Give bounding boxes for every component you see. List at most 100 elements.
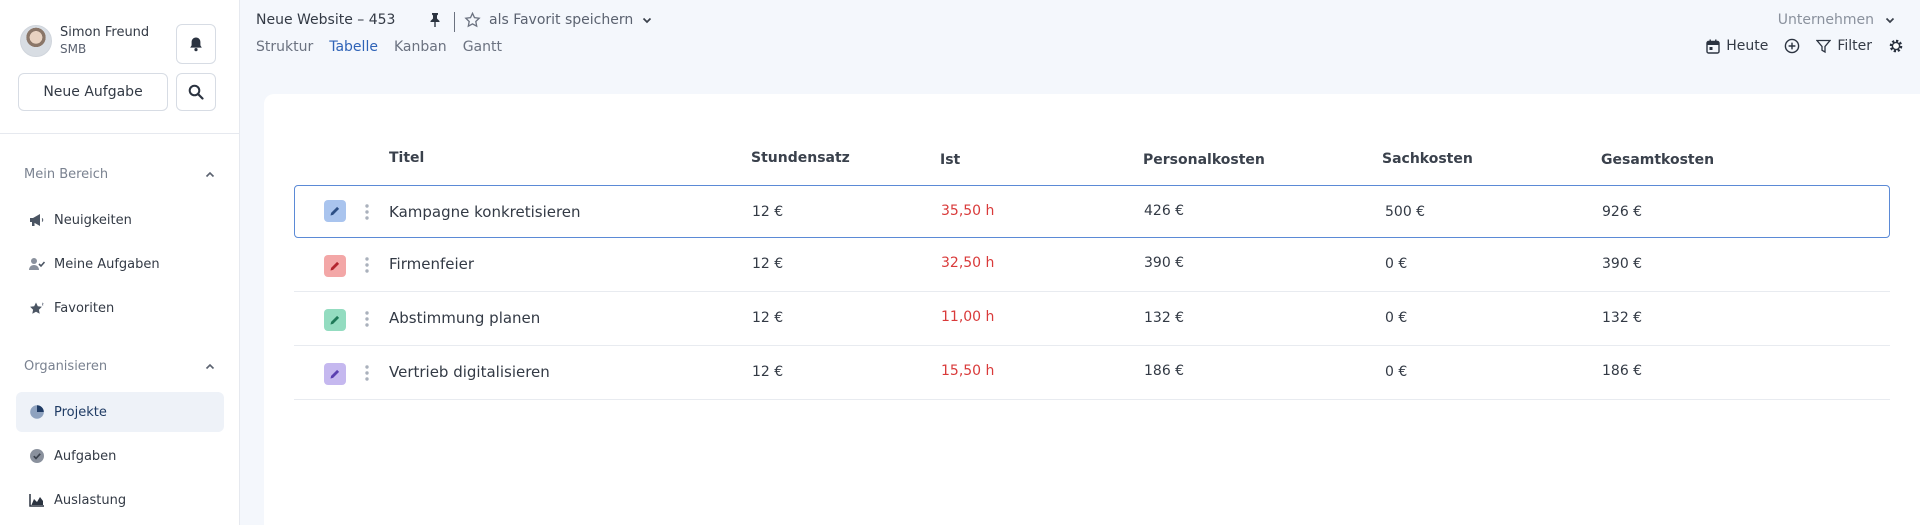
cell-rate: 12 €: [752, 256, 784, 272]
cell-personnel-cost: 426 €: [1144, 203, 1185, 219]
cell-personnel-cost: 390 €: [1144, 255, 1185, 271]
cell-title[interactable]: Kampagne konkretisieren: [389, 203, 581, 221]
edit-button[interactable]: [324, 255, 346, 277]
new-task-button[interactable]: Neue Aufgabe: [18, 73, 168, 111]
calendar-icon: [1706, 39, 1720, 54]
avatar[interactable]: [20, 25, 52, 57]
pin-button[interactable]: [428, 12, 442, 32]
section-label: Organisieren: [24, 359, 108, 374]
cell-material-cost: 0 €: [1385, 364, 1408, 380]
user-name: Simon Freund: [60, 25, 150, 40]
today-label: Heute: [1726, 38, 1769, 54]
cell-title[interactable]: Vertrieb digitalisieren: [389, 363, 550, 381]
section-label: Mein Bereich: [24, 167, 109, 182]
pie-chart-icon: [30, 405, 44, 419]
sidebar-item-label: Favoriten: [54, 300, 115, 316]
sidebar: Simon Freund SMB Neue Aufgabe Mein Berei…: [0, 0, 240, 525]
column-header-titel[interactable]: Titel: [389, 150, 424, 166]
megaphone-icon: [30, 214, 44, 226]
cell-total-cost: 390 €: [1602, 256, 1643, 272]
gear-icon: [1889, 39, 1903, 53]
cell-title[interactable]: Abstimmung planen: [389, 309, 540, 327]
sidebar-divider: [0, 133, 240, 134]
tab-kanban[interactable]: Kanban: [394, 39, 447, 55]
tab-tabelle[interactable]: Tabelle: [329, 39, 378, 55]
pencil-icon: [330, 369, 340, 379]
pencil-icon: [330, 261, 340, 271]
cell-total-cost: 186 €: [1602, 363, 1643, 379]
sidebar-item-label: Projekte: [54, 404, 107, 420]
chevron-up-icon: [205, 363, 215, 369]
cell-material-cost: 0 €: [1385, 256, 1408, 272]
cell-actual: 35,50 h: [941, 203, 995, 219]
favorite-label: als Favorit speichern: [489, 12, 634, 28]
sidebar-item-auslastung[interactable]: Auslastung: [16, 480, 224, 520]
sidebar-item-aufgaben[interactable]: Aufgaben: [16, 436, 224, 476]
check-circle-icon: [30, 449, 44, 463]
cell-rate: 12 €: [752, 364, 784, 380]
cell-rate: 12 €: [752, 204, 784, 220]
table-row[interactable]: Firmenfeier 12 € 32,50 h 390 € 0 € 390 €: [294, 238, 1890, 292]
project-title: Neue Website – 453: [256, 12, 396, 28]
search-button[interactable]: [176, 73, 216, 111]
section-organisieren[interactable]: Organisieren: [24, 359, 216, 374]
sidebar-item-favoriten[interactable]: Favoriten: [16, 288, 224, 328]
cell-total-cost: 132 €: [1602, 310, 1643, 326]
filter-button[interactable]: Filter: [1816, 38, 1872, 54]
chevron-down-icon: [1885, 17, 1895, 24]
bell-icon: [190, 37, 202, 52]
user-profile[interactable]: Simon Freund SMB: [20, 24, 149, 58]
sidebar-item-label: Aufgaben: [54, 448, 117, 464]
cell-material-cost: 0 €: [1385, 310, 1408, 326]
user-check-icon: [29, 258, 45, 270]
today-button[interactable]: Heute: [1706, 38, 1768, 54]
edit-button[interactable]: [324, 309, 346, 331]
notifications-button[interactable]: [176, 24, 216, 64]
header-divider: [454, 12, 455, 32]
sidebar-item-neuigkeiten[interactable]: Neuigkeiten: [16, 200, 224, 240]
kebab-menu-icon: [365, 311, 369, 327]
edit-button[interactable]: [324, 200, 346, 222]
add-button[interactable]: [1784, 38, 1800, 54]
column-header-ist[interactable]: Ist: [940, 152, 960, 168]
cell-actual: 15,50 h: [941, 363, 995, 379]
table-row[interactable]: Kampagne konkretisieren 12 € 35,50 h 426…: [294, 185, 1890, 238]
cell-rate: 12 €: [752, 310, 784, 326]
table-row[interactable]: Abstimmung planen 12 € 11,00 h 132 € 0 €…: [294, 292, 1890, 346]
pencil-icon: [330, 206, 340, 216]
chevron-up-icon: [205, 171, 215, 177]
sidebar-item-meine-aufgaben[interactable]: Meine Aufgaben: [16, 244, 224, 284]
column-header-gesamtkosten[interactable]: Gesamtkosten: [1601, 152, 1714, 168]
view-tabs: Struktur Tabelle Kanban Gantt: [256, 39, 518, 55]
chevron-down-icon: [643, 17, 652, 24]
column-header-sachkosten[interactable]: Sachkosten: [1382, 151, 1473, 167]
pin-icon: [430, 13, 440, 27]
favorite-button[interactable]: als Favorit speichern: [464, 12, 653, 28]
filter-label: Filter: [1837, 38, 1872, 54]
tab-gantt[interactable]: Gantt: [463, 39, 502, 55]
cell-title[interactable]: Firmenfeier: [389, 255, 474, 273]
kebab-menu-icon: [365, 365, 369, 381]
kebab-menu-icon: [365, 204, 369, 220]
row-menu-button[interactable]: [365, 257, 369, 277]
sidebar-item-projekte[interactable]: Projekte: [16, 392, 224, 432]
edit-button[interactable]: [324, 363, 346, 385]
row-menu-button[interactable]: [365, 311, 369, 331]
kebab-menu-icon: [365, 257, 369, 273]
cell-actual: 11,00 h: [941, 309, 995, 325]
column-header-personalkosten[interactable]: Personalkosten: [1143, 152, 1265, 168]
star-icon: [30, 301, 44, 314]
section-mein-bereich[interactable]: Mein Bereich: [24, 167, 216, 182]
tab-struktur[interactable]: Struktur: [256, 39, 313, 55]
settings-button[interactable]: [1888, 38, 1904, 54]
company-dropdown[interactable]: Unternehmen: [1778, 12, 1896, 28]
column-header-stundensatz[interactable]: Stundensatz: [751, 150, 850, 166]
sidebar-item-label: Auslastung: [54, 492, 127, 508]
row-menu-button[interactable]: [365, 204, 369, 224]
table-row[interactable]: Vertrieb digitalisieren 12 € 15,50 h 186…: [294, 346, 1890, 400]
sidebar-item-label: Neuigkeiten: [54, 212, 132, 228]
row-menu-button[interactable]: [365, 365, 369, 385]
star-outline-icon: [464, 12, 481, 28]
sidebar-item-label: Meine Aufgaben: [54, 256, 160, 272]
toolbar: Heute Filter: [1690, 38, 1904, 54]
